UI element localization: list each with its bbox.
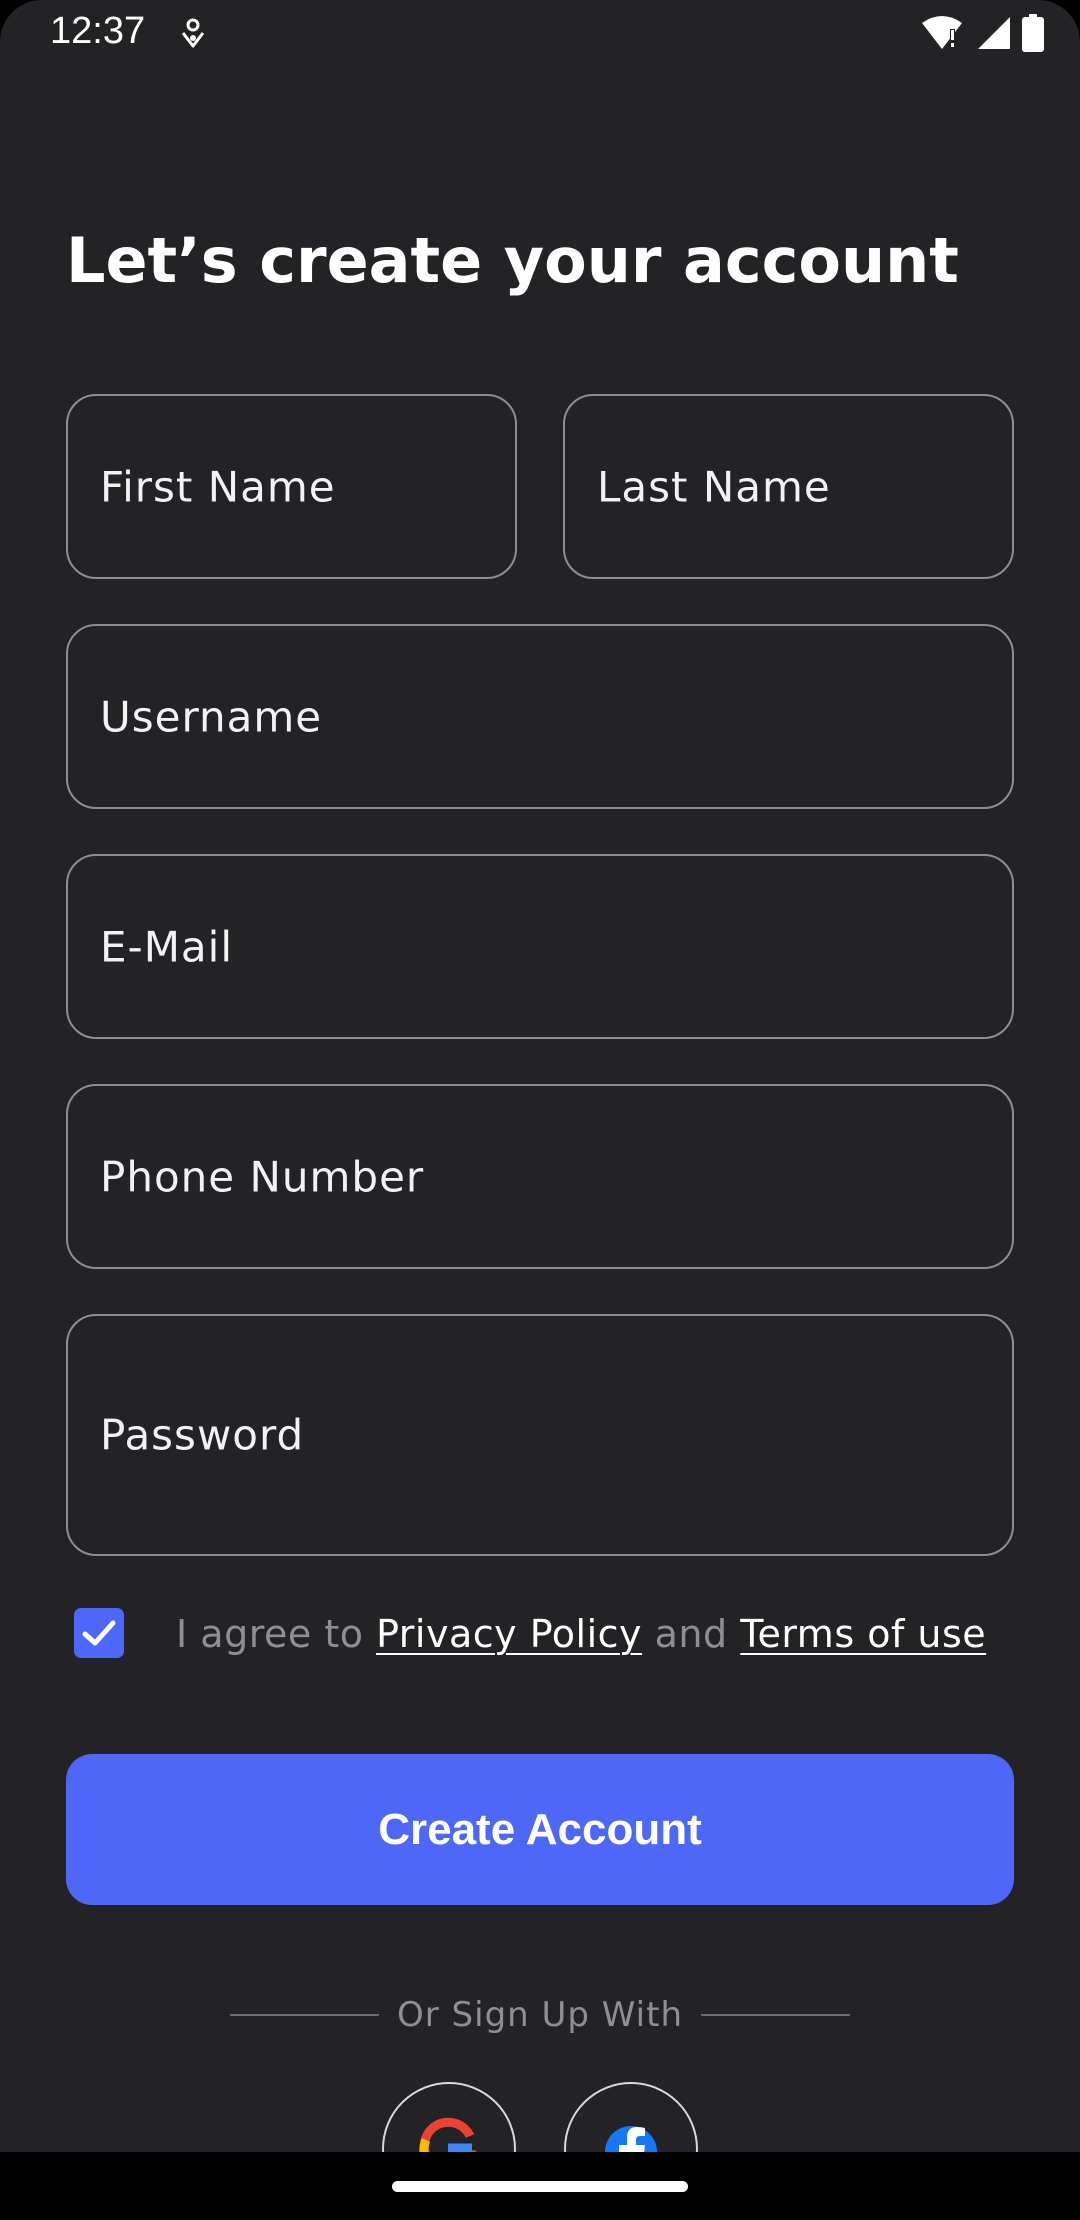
wifi-alert-icon	[922, 16, 962, 49]
create-account-button[interactable]: Create Account	[66, 1754, 1014, 1905]
divider-line-right	[701, 2014, 850, 2016]
first-name-placeholder: First Name	[100, 462, 336, 511]
agreement-prefix: I agree to	[176, 1612, 364, 1656]
username-placeholder: Username	[100, 692, 323, 741]
password-field[interactable]: Password	[66, 1314, 1014, 1556]
email-field[interactable]: E-Mail	[66, 854, 1014, 1039]
agreement-text: I agree to Privacy Policy and Terms of u…	[176, 1606, 986, 1662]
cell-signal-icon	[978, 17, 1010, 49]
signup-screen: 12:37 Let’s create your account First Na…	[0, 0, 1080, 2220]
phone-number-placeholder: Phone Number	[100, 1152, 425, 1201]
last-name-field[interactable]: Last Name	[563, 394, 1014, 579]
email-placeholder: E-Mail	[100, 922, 234, 971]
status-time: 12:37	[50, 10, 146, 52]
password-placeholder: Password	[100, 1410, 305, 1460]
checkmark-icon	[82, 1620, 116, 1646]
notification-icon	[181, 18, 205, 48]
social-divider: Or Sign Up With	[230, 1990, 850, 2040]
last-name-placeholder: Last Name	[597, 462, 831, 511]
divider-text: Or Sign Up With	[397, 1995, 683, 2035]
privacy-policy-link[interactable]: Privacy Policy	[376, 1612, 642, 1656]
username-field[interactable]: Username	[66, 624, 1014, 809]
phone-number-field[interactable]: Phone Number	[66, 1084, 1014, 1269]
create-account-label: Create Account	[378, 1804, 702, 1854]
divider-line-left	[230, 2014, 379, 2016]
home-indicator[interactable]	[392, 2181, 688, 2192]
battery-icon	[1022, 14, 1044, 52]
agreement-conjunction: and	[654, 1612, 728, 1656]
status-icons	[920, 14, 1044, 52]
agreement-row: I agree to Privacy Policy and Terms of u…	[74, 1606, 1014, 1662]
page-title: Let’s create your account	[66, 224, 959, 297]
status-bar: 12:37	[0, 0, 1080, 66]
first-name-field[interactable]: First Name	[66, 394, 517, 579]
terms-of-use-link[interactable]: Terms of use	[740, 1612, 986, 1656]
agree-checkbox[interactable]	[74, 1608, 124, 1658]
